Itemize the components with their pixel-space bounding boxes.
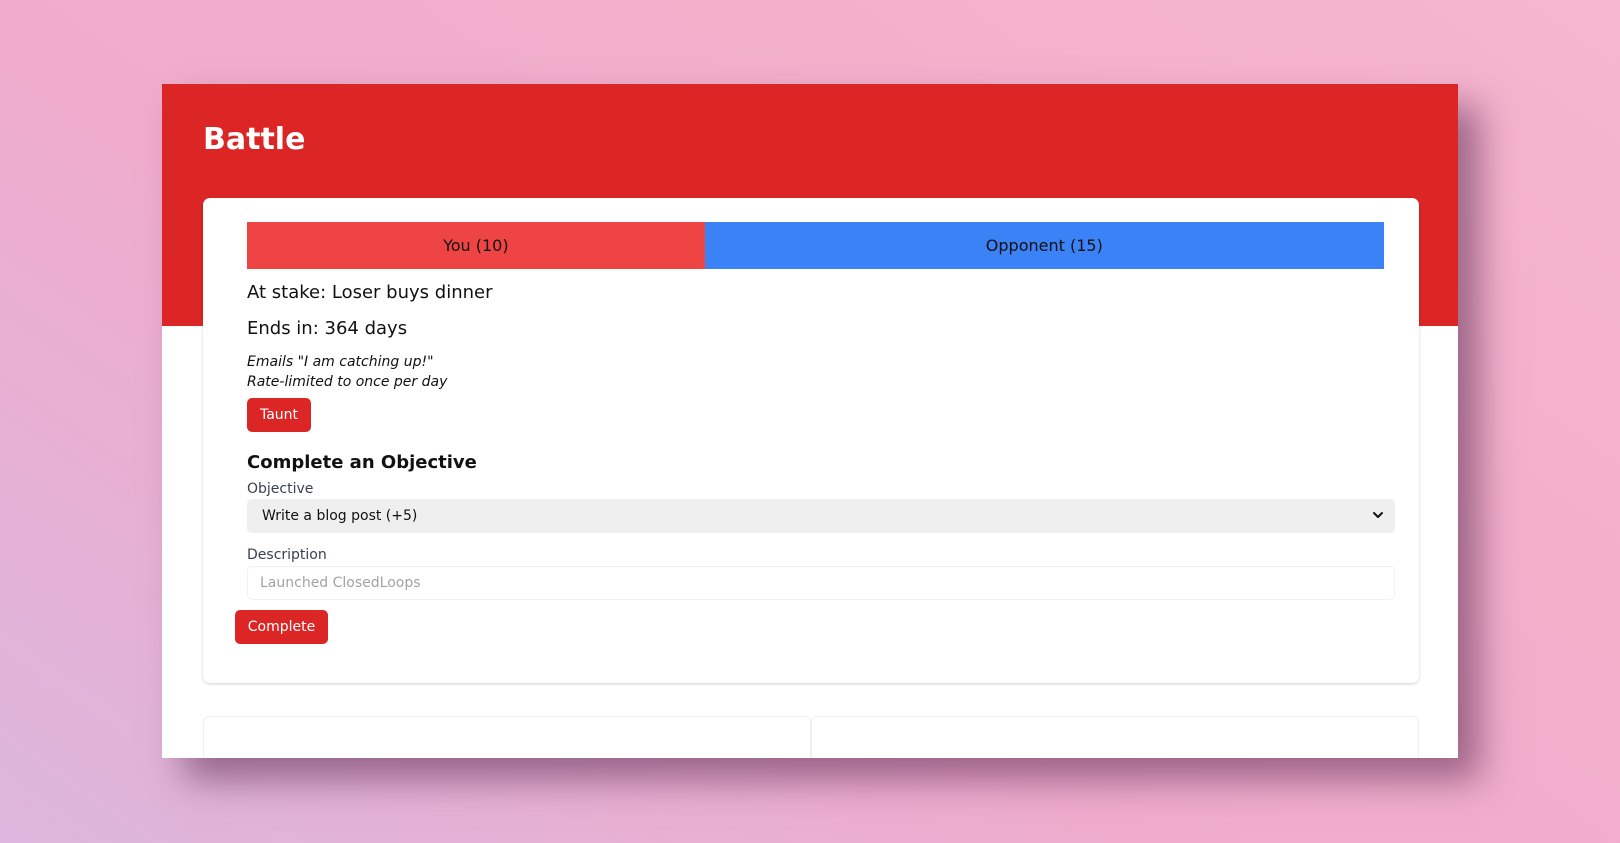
ends-in-text: Ends in: 364 days [247,318,408,339]
stake-text: At stake: Loser buys dinner [247,282,493,303]
lower-panel-left [203,716,811,758]
taunt-note-line-2: Rate-limited to once per day [247,374,448,390]
description-label: Description [247,547,327,563]
objective-label: Objective [247,481,314,497]
taunt-note: Emails "I am catching up!" Rate-limited … [247,352,447,392]
chevron-down-icon [1373,512,1383,518]
lower-panel-right [811,716,1419,758]
battle-card: You (10) Opponent (15) At stake: Loser b… [203,198,1419,683]
score-bar: You (10) Opponent (15) [247,222,1384,269]
objective-heading: Complete an Objective [247,452,477,473]
taunt-button[interactable]: Taunt [247,398,311,432]
description-input[interactable] [247,566,1395,600]
score-opponent-label: Opponent (15) [985,236,1103,255]
complete-button[interactable]: Complete [235,610,328,644]
objective-select[interactable]: Write a blog post (+5) [247,499,1395,533]
score-you-segment: You (10) [247,222,705,269]
page-title: Battle [203,122,306,157]
taunt-note-line-1: Emails "I am catching up!" [247,354,434,370]
app-window: Battle You (10) Opponent (15) At stake: … [162,84,1458,758]
objective-selected-value: Write a blog post (+5) [262,508,418,524]
score-you-label: You (10) [443,236,509,255]
score-opponent-segment: Opponent (15) [704,222,1384,269]
